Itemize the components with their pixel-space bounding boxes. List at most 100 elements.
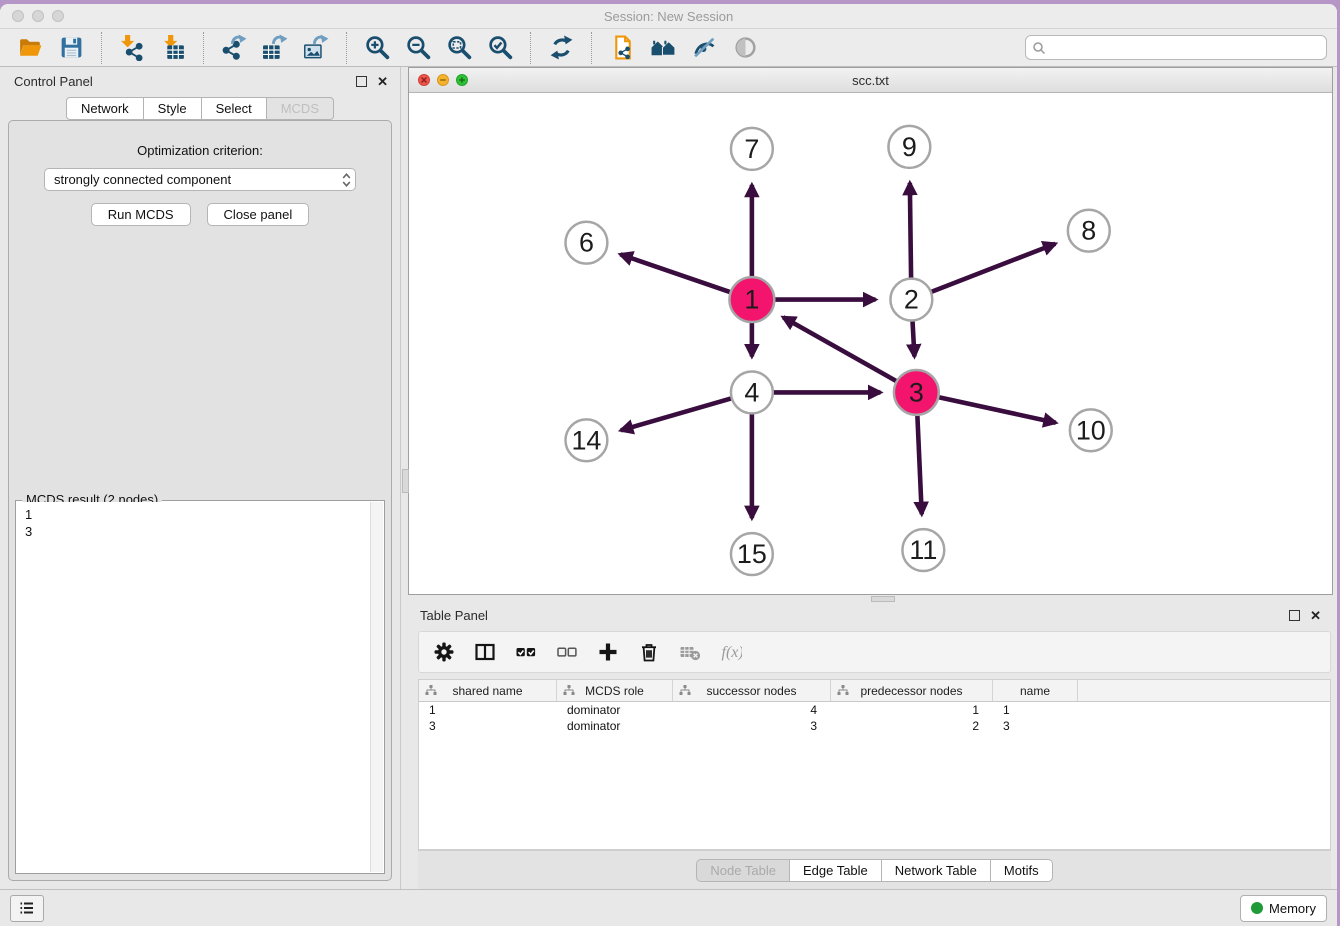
columns-icon[interactable] [474,641,496,663]
cell-successor-nodes[interactable]: 3 [673,718,831,734]
table-header: shared name MCDS role successor nodes prede… [419,680,1330,702]
apply-layout-icon[interactable] [548,34,575,61]
vertical-splitter[interactable] [400,67,408,889]
cell-shared-name[interactable]: 1 [419,702,557,718]
network-title: scc.txt [409,73,1332,88]
column-header-name[interactable]: name [993,680,1078,701]
memory-button[interactable]: Memory [1240,895,1327,922]
graph-node-3[interactable]: 3 [894,370,939,415]
delete-row-icon[interactable] [638,641,660,663]
graph-node-15[interactable]: 15 [731,533,773,575]
graph-node-11[interactable]: 11 [902,529,944,571]
svg-text:7: 7 [744,134,759,164]
cell-MCDS-role[interactable]: dominator [557,702,673,718]
table-toolbar: f(x) [418,631,1331,673]
task-history-button[interactable] [10,895,44,922]
graph-edge-2-8[interactable] [911,244,1055,300]
houses-icon[interactable] [650,34,677,61]
select-all-icon[interactable] [515,641,537,663]
memory-status-dot [1251,902,1263,914]
column-header-predecessor-nodes[interactable]: predecessor nodes [831,680,993,701]
column-label: shared name [452,684,522,698]
float-panel-icon[interactable] [1289,610,1300,621]
network-window-titlebar: scc.txt [409,68,1332,93]
tab-network[interactable]: Network [66,97,144,120]
status-bar: Memory [0,889,1337,926]
zoom-selected-icon[interactable] [487,34,514,61]
zoom-fit-icon[interactable] [446,34,473,61]
graph-node-6[interactable]: 6 [565,222,607,264]
style-eye-icon[interactable] [691,34,718,61]
splitter-grip[interactable] [871,596,895,602]
cell-name[interactable]: 3 [993,718,1078,734]
graph-node-4[interactable]: 4 [731,371,773,413]
cell-successor-nodes[interactable]: 4 [673,702,831,718]
column-label: predecessor nodes [860,684,962,698]
node-table: shared name MCDS role successor nodes prede… [418,679,1331,850]
float-panel-icon[interactable] [356,76,367,87]
zoom-in-icon[interactable] [364,34,391,61]
tab-select[interactable]: Select [202,97,267,120]
run-mcds-button[interactable]: Run MCDS [91,203,191,226]
duplicate-network-icon[interactable] [609,34,636,61]
mcds-result-textarea[interactable]: 13 [17,502,371,872]
import-table-icon[interactable] [160,34,187,61]
export-network-icon[interactable] [221,34,248,61]
cell-predecessor-nodes[interactable]: 1 [831,702,993,718]
tab-motifs[interactable]: Motifs [991,859,1053,882]
network-window: scc.txt 7 9 6 8 1 2 4 3 14 10 15 11 [408,67,1333,595]
cell-name[interactable]: 1 [993,702,1078,718]
control-panel: Control Panel ✕ NetworkStyleSelectMCDS O… [0,67,400,889]
criterion-select[interactable]: strongly connected component [44,168,356,191]
splitter-grip[interactable] [402,469,409,493]
import-network-icon[interactable] [119,34,146,61]
tab-edge-table[interactable]: Edge Table [790,859,882,882]
graph-node-7[interactable]: 7 [731,128,773,170]
settings-icon[interactable] [433,641,455,663]
result-line: 1 [25,506,363,523]
deselect-all-icon[interactable] [556,641,578,663]
column-header-successor-nodes[interactable]: successor nodes [673,680,831,701]
column-header-shared-name[interactable]: shared name [419,680,557,701]
toolbar-separator [530,32,532,64]
graph-node-9[interactable]: 9 [888,126,930,168]
svg-text:2: 2 [904,285,919,315]
graph-node-14[interactable]: 14 [565,419,607,461]
graph-node-8[interactable]: 8 [1068,210,1110,252]
tab-style[interactable]: Style [144,97,202,120]
control-panel-tabs: NetworkStyleSelectMCDS [0,97,400,120]
cell-predecessor-nodes[interactable]: 2 [831,718,993,734]
memory-label: Memory [1269,901,1316,916]
svg-text:9: 9 [902,132,917,162]
result-line: 3 [25,523,363,540]
main-toolbar [0,29,1337,67]
graph-node-2[interactable]: 2 [890,279,932,321]
cell-MCDS-role[interactable]: dominator [557,718,673,734]
table-row[interactable]: 1dominator411 [419,702,1330,718]
add-row-icon[interactable] [597,641,619,663]
export-image-icon[interactable] [303,34,330,61]
column-label: successor nodes [706,684,796,698]
close-panel-button[interactable]: Close panel [207,203,310,226]
save-session-icon[interactable] [58,34,85,61]
cell-shared-name[interactable]: 3 [419,718,557,734]
close-panel-icon[interactable]: ✕ [377,77,388,86]
export-table-icon[interactable] [262,34,289,61]
search-field[interactable] [1025,35,1327,60]
table-row[interactable]: 3dominator323 [419,718,1330,734]
search-input[interactable] [1050,39,1320,56]
graph-node-1[interactable]: 1 [729,277,774,322]
toolbar-separator [101,32,103,64]
graph-node-10[interactable]: 10 [1070,409,1112,451]
zoom-out-icon[interactable] [405,34,432,61]
tab-node-table[interactable]: Node Table [696,859,790,882]
open-file-icon[interactable] [17,34,44,61]
sphere-eye-icon [732,34,759,61]
close-panel-icon[interactable]: ✕ [1310,611,1321,620]
tab-network-table[interactable]: Network Table [882,859,991,882]
tab-mcds[interactable]: MCDS [267,97,334,120]
network-canvas[interactable]: 7 9 6 8 1 2 4 3 14 10 15 11 [409,93,1332,594]
column-header-MCDS-role[interactable]: MCDS role [557,680,673,701]
horizontal-splitter[interactable] [408,595,1333,601]
result-scrollbar[interactable] [370,502,383,872]
